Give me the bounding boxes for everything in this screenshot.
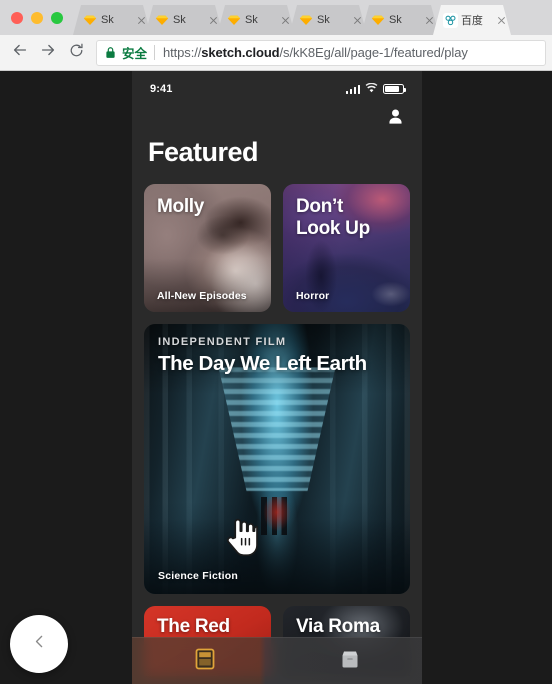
dock-item-file-box[interactable]: [277, 638, 422, 684]
close-icon[interactable]: [280, 15, 291, 26]
browser-tab-4-title: Sk: [317, 14, 330, 26]
featured-card-hero-tag: Science Fiction: [158, 570, 239, 582]
address-bar[interactable]: 安全 https://sketch.cloud/s/kK8Eg/all/page…: [96, 39, 546, 66]
featured-card-dont-look-up-tag: Horror: [296, 290, 330, 302]
sketch-icon: [83, 13, 97, 27]
featured-card-hero-title: The Day We Left Earth: [158, 352, 367, 375]
sketch-icon: [155, 13, 169, 27]
macos-dock: [132, 637, 422, 684]
close-icon[interactable]: [424, 15, 435, 26]
browser-toolbar: 安全 https://sketch.cloud/s/kK8Eg/all/page…: [0, 35, 552, 71]
file-box-icon: [339, 648, 361, 675]
address-bar-url: https://sketch.cloud/s/kK8Eg/all/page-1/…: [163, 45, 468, 60]
browser-tab-6[interactable]: 百度: [433, 5, 511, 35]
omnibox-divider: [154, 45, 156, 60]
arrow-right-icon: [39, 41, 57, 64]
chevron-left-icon: [31, 633, 48, 655]
sketch-icon: [299, 13, 313, 27]
lock-icon: [105, 46, 117, 59]
close-icon[interactable]: [496, 15, 507, 26]
browser-tab-1[interactable]: Sk: [73, 5, 151, 35]
featured-card-title-line-2: Look Up: [296, 217, 370, 239]
dock-item-archive[interactable]: [132, 638, 277, 684]
close-icon[interactable]: [208, 15, 219, 26]
status-bar-time: 9:41: [150, 83, 173, 95]
url-path: /s/kK8Eg/all/page-1/featured/play: [279, 45, 468, 60]
featured-card-row-top: Molly All-New Episodes Don’t Look Up Hor…: [144, 184, 410, 312]
featured-card-hero-eyebrow: INDEPENDENT FILM: [158, 336, 287, 348]
url-host: sketch.cloud: [201, 45, 280, 60]
browser-tab-bar: Sk Sk Sk Sk Sk 百度: [0, 0, 552, 35]
featured-card-title-line-1: Don’t: [296, 196, 344, 217]
browser-tab-4[interactable]: Sk: [289, 5, 367, 35]
featured-card-molly[interactable]: Molly All-New Episodes: [144, 184, 271, 312]
user-avatar-icon[interactable]: [387, 108, 404, 126]
wifi-icon: [365, 80, 378, 98]
minimize-window-button[interactable]: [31, 12, 43, 24]
featured-card-hero[interactable]: INDEPENDENT FILM The Day We Left Earth S…: [144, 324, 410, 594]
close-icon[interactable]: [352, 15, 363, 26]
prototype-artboard: 9:41 Featured Molly All-New Episodes Don…: [132, 71, 422, 684]
reload-icon: [68, 42, 85, 64]
featured-card-dont-look-up[interactable]: Don’t Look Up Horror: [283, 184, 410, 312]
url-scheme: https://: [163, 45, 202, 60]
back-button[interactable]: [6, 39, 34, 67]
featured-card-dont-look-up-title: Don’t Look Up: [296, 196, 400, 239]
sketch-cloud-viewer: 9:41 Featured Molly All-New Episodes Don…: [0, 71, 552, 684]
reload-button[interactable]: [62, 39, 90, 67]
status-bar-icons: [345, 80, 406, 98]
status-bar: 9:41: [132, 71, 422, 101]
close-window-button[interactable]: [11, 12, 23, 24]
browser-tab-2-title: Sk: [173, 14, 186, 26]
browser-tab-5[interactable]: Sk: [361, 5, 439, 35]
tab-strip: Sk Sk Sk Sk Sk 百度: [73, 0, 552, 35]
featured-content: Molly All-New Episodes Don’t Look Up Hor…: [132, 168, 422, 676]
sketch-icon: [371, 13, 385, 27]
featured-card-the-red-title: The Red: [157, 616, 230, 637]
sketch-icon: [227, 13, 241, 27]
featured-card-molly-title: Molly: [157, 196, 205, 217]
baidu-icon: [443, 13, 457, 27]
featured-card-via-roma-title: Via Roma: [296, 616, 380, 637]
browser-tab-3[interactable]: Sk: [217, 5, 295, 35]
previous-screen-button[interactable]: [10, 615, 68, 673]
battery-icon: [383, 84, 406, 94]
prototype-nav-row: [132, 101, 422, 133]
close-icon[interactable]: [136, 15, 147, 26]
page-title: Featured: [148, 137, 259, 167]
browser-tab-1-title: Sk: [101, 14, 114, 26]
arrow-left-icon: [11, 41, 29, 64]
signal-bars-icon: [345, 84, 360, 94]
window-traffic-lights: [0, 12, 73, 35]
browser-tab-5-title: Sk: [389, 14, 402, 26]
zoom-window-button[interactable]: [51, 12, 63, 24]
secure-label: 安全: [122, 47, 148, 61]
browser-tab-6-title: 百度: [461, 15, 483, 27]
archive-folder-icon: [194, 647, 216, 676]
forward-button[interactable]: [34, 39, 62, 67]
featured-card-molly-tag: All-New Episodes: [157, 290, 247, 302]
browser-tab-2[interactable]: Sk: [145, 5, 223, 35]
browser-tab-3-title: Sk: [245, 14, 258, 26]
